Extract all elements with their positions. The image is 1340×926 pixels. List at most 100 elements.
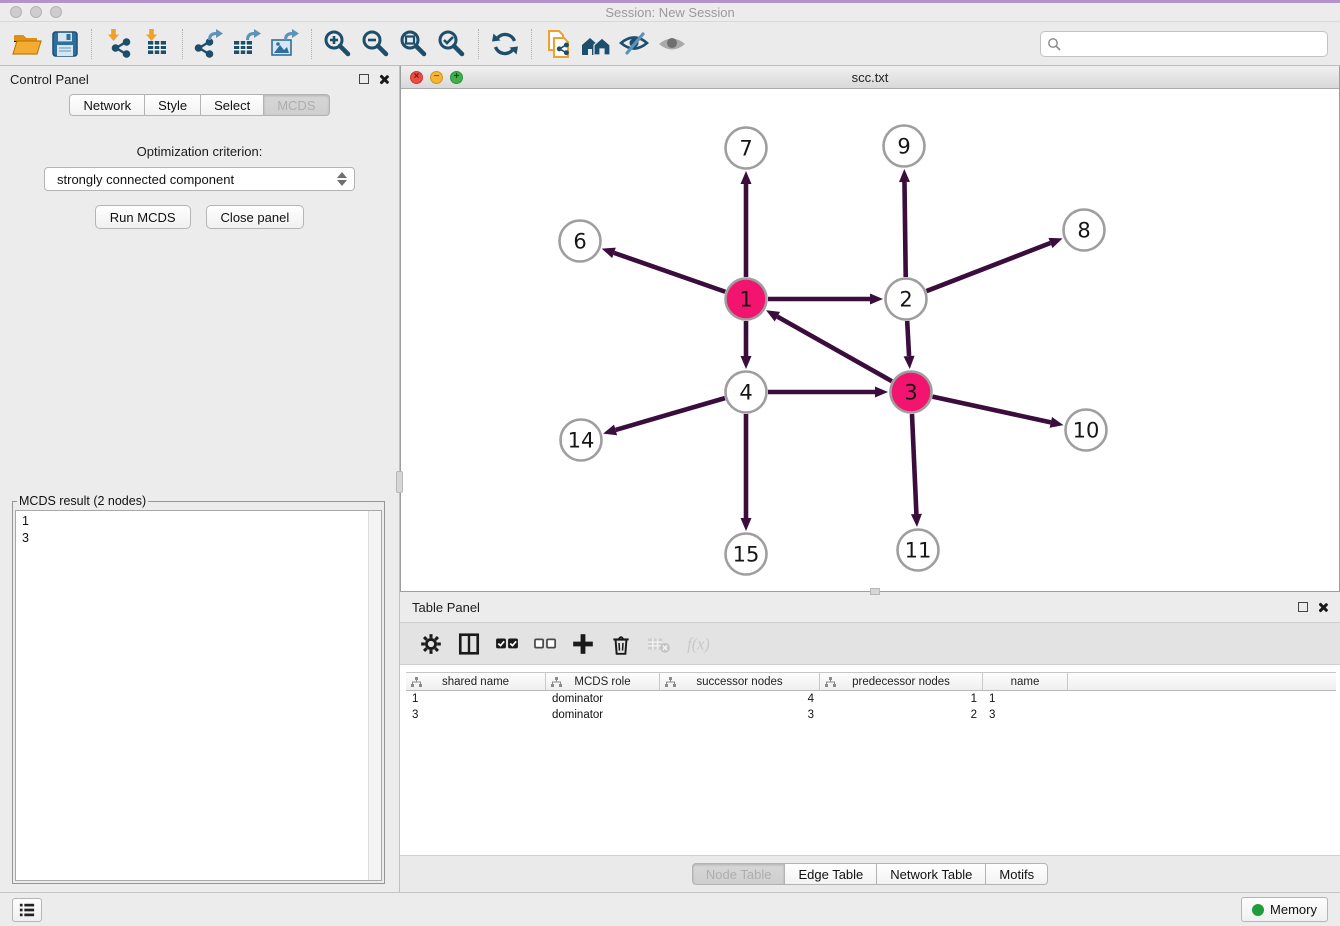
zoom-out-button[interactable]	[357, 26, 395, 62]
control-panel: Control Panel NetworkStyleSelectMCDS Opt…	[0, 66, 400, 892]
column-header-successor-nodes[interactable]: successor nodes	[660, 673, 820, 690]
delete-table-button	[642, 627, 676, 661]
table-cell: 1	[983, 693, 1068, 705]
show-all-button[interactable]	[653, 26, 691, 62]
table-tab-motifs[interactable]: Motifs	[985, 863, 1048, 885]
table-cell: 4	[660, 693, 820, 705]
horizontal-splitter-handle[interactable]	[870, 588, 880, 595]
column-header-shared-name[interactable]: shared name	[406, 673, 546, 690]
table-tab-node-table[interactable]: Node Table	[692, 863, 786, 885]
tab-style[interactable]: Style	[144, 94, 201, 116]
graph-node-label-6: 6	[573, 229, 586, 253]
column-header-MCDS-role[interactable]: MCDS role	[546, 673, 660, 690]
table-row[interactable]: 1dominator411	[406, 691, 1336, 707]
show-panels-button[interactable]	[12, 898, 42, 922]
graph-node-label-7: 7	[739, 136, 752, 160]
result-scrollbar[interactable]	[368, 511, 381, 880]
edge-arrow-3-10	[1050, 417, 1064, 428]
network-graph[interactable]: 1234678910111415	[401, 89, 1339, 591]
table-tab-network-table[interactable]: Network Table	[876, 863, 986, 885]
edge-3-1[interactable]	[777, 317, 891, 382]
search-box	[1040, 31, 1328, 57]
table-mode-button[interactable]	[414, 627, 448, 661]
export-network-button[interactable]	[190, 26, 228, 62]
column-type-icon	[825, 677, 836, 688]
hide-selected-button[interactable]	[615, 26, 653, 62]
clone-network-button[interactable]	[539, 26, 577, 62]
network-canvas[interactable]: 1234678910111415	[401, 89, 1339, 591]
import-table-button[interactable]	[137, 26, 175, 62]
memory-status-icon	[1252, 904, 1264, 916]
import-table-icon	[140, 28, 172, 60]
table-row[interactable]: 3dominator323	[406, 707, 1336, 723]
graph-node-label-3: 3	[904, 380, 917, 404]
mcds-result-area[interactable]: 13	[15, 510, 382, 881]
edge-2-9[interactable]	[904, 182, 905, 277]
graph-node-label-4: 4	[739, 380, 752, 404]
tab-network[interactable]: Network	[69, 94, 145, 116]
criterion-select[interactable]: strongly connected component	[44, 167, 355, 191]
close-panel-button[interactable]: Close panel	[206, 205, 305, 229]
edge-arrow-2-8	[1048, 238, 1062, 248]
edge-arrow-4-3	[875, 387, 888, 398]
houses-button[interactable]	[577, 26, 615, 62]
table-cell: 3	[660, 709, 820, 721]
column-type-icon	[411, 677, 422, 688]
export-network-icon	[193, 28, 225, 60]
refresh-button[interactable]	[486, 26, 524, 62]
save-button[interactable]	[46, 26, 84, 62]
column-header-predecessor-nodes[interactable]: predecessor nodes	[820, 673, 983, 690]
graph-node-label-10: 10	[1073, 418, 1100, 442]
open-folder-button[interactable]	[8, 26, 46, 62]
table-tab-edge-table[interactable]: Edge Table	[784, 863, 877, 885]
tab-select[interactable]: Select	[200, 94, 264, 116]
add-column-button[interactable]	[566, 627, 600, 661]
edge-3-10[interactable]	[932, 397, 1050, 423]
window-title: Session: New Session	[0, 5, 1340, 20]
float-panel-icon[interactable]	[359, 74, 369, 84]
run-mcds-button[interactable]: Run MCDS	[95, 205, 191, 229]
memory-label: Memory	[1270, 902, 1317, 917]
export-image-button[interactable]	[266, 26, 304, 62]
search-input[interactable]	[1040, 31, 1328, 57]
graph-node-label-8: 8	[1077, 218, 1090, 242]
memory-button[interactable]: Memory	[1241, 897, 1328, 922]
deselect-all-button[interactable]	[528, 627, 562, 661]
vertical-splitter-handle[interactable]	[396, 471, 403, 493]
zoom-selected-button[interactable]	[433, 26, 471, 62]
table-mode-icon	[419, 632, 443, 656]
float-table-panel-icon[interactable]	[1298, 602, 1308, 612]
tab-mcds[interactable]: MCDS	[263, 94, 329, 116]
graph-node-label-15: 15	[733, 542, 760, 566]
column-header-name[interactable]: name	[983, 673, 1068, 690]
show-columns-button[interactable]	[452, 627, 486, 661]
toolbar-separator	[311, 29, 312, 59]
edge-arrow-1-2	[870, 294, 883, 305]
zoom-in-button[interactable]	[319, 26, 357, 62]
zoom-fit-button[interactable]	[395, 26, 433, 62]
edge-3-11[interactable]	[912, 414, 916, 514]
edge-arrow-1-4	[741, 356, 752, 369]
select-all-button[interactable]	[490, 627, 524, 661]
table-panel: Table Panel f(x) shared name MCDS role s…	[400, 592, 1340, 892]
network-window-title: scc.txt	[401, 70, 1339, 85]
import-network-button[interactable]	[99, 26, 137, 62]
delete-column-button[interactable]	[604, 627, 638, 661]
graph-node-label-11: 11	[905, 538, 932, 562]
graph-node-label-14: 14	[568, 428, 595, 452]
edge-2-8[interactable]	[927, 243, 1051, 291]
edge-4-14[interactable]	[616, 398, 725, 430]
table-cell: dominator	[546, 693, 660, 705]
graph-node-label-2: 2	[899, 287, 912, 311]
edge-2-3[interactable]	[907, 321, 909, 356]
export-table-button[interactable]	[228, 26, 266, 62]
close-table-panel-icon[interactable]	[1317, 602, 1328, 613]
mcds-result-title: MCDS result (2 nodes)	[17, 494, 148, 508]
toolbar-separator	[531, 29, 532, 59]
right-column: × − + scc.txt 1234678910111415 Table Pan…	[400, 66, 1340, 892]
export-table-icon	[231, 28, 263, 60]
table-toolbar: f(x)	[400, 622, 1340, 665]
zoom-fit-icon	[398, 28, 430, 60]
edge-1-6[interactable]	[614, 253, 725, 292]
close-panel-icon[interactable]	[378, 74, 389, 85]
